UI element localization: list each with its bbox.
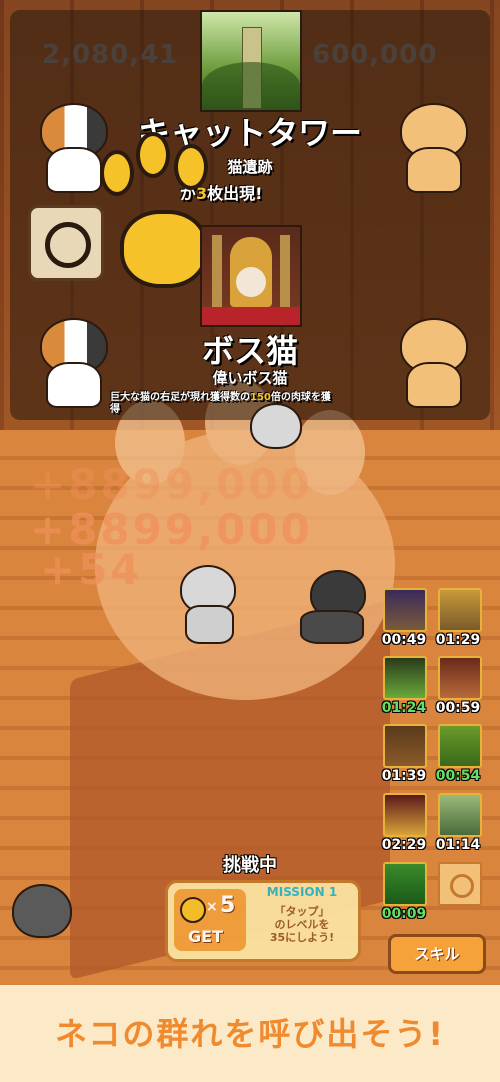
challenge-status: 挑戦中: [223, 855, 277, 876]
cat-body: [185, 605, 234, 644]
tile-timer: 01:24: [381, 700, 427, 716]
reward-label: GET: [188, 927, 223, 946]
red-carpet: [202, 307, 300, 325]
mission-reward: × 5 GET: [174, 889, 246, 951]
tile-timer: 01:29: [435, 632, 481, 648]
mission-text: 「タップ」 のレベルを 35にしよう!: [250, 905, 354, 944]
cat-body: [300, 610, 364, 644]
stage-portrait: [200, 10, 302, 112]
cat-gray-tabby[interactable]: [245, 395, 305, 465]
mission-title: MISSION 1: [266, 885, 338, 899]
cat-calico-mid-left[interactable]: [32, 310, 112, 408]
cat-body: [406, 362, 462, 408]
cat-body: [406, 147, 462, 193]
boss-cat: [236, 267, 266, 297]
card-tile[interactable]: [438, 588, 482, 632]
gold-paw-toe: [136, 132, 170, 178]
tile-timer: 00:09: [381, 906, 427, 922]
card-tile[interactable]: [438, 656, 482, 700]
floating-number: +8899,000: [30, 460, 313, 509]
cat-orange-top-right[interactable]: [392, 95, 472, 193]
tile-timer: 00:49: [381, 632, 427, 648]
score-left: 2,080,41: [42, 40, 179, 70]
mission-text-line: のレベルを: [274, 918, 330, 931]
promo-banner-text: ネコの群れを呼び出そう!: [55, 1015, 445, 1053]
game-scene[interactable]: 2,080,41 600,000 キャットタワー 猫遺跡 が3枚出現! ボス猫 …: [0, 0, 500, 985]
mission-text-line: 35にしよう!: [269, 931, 335, 944]
card-tile[interactable]: [383, 656, 427, 700]
boss-portrait: [200, 225, 302, 327]
mission-text-line: 「タップ」: [274, 905, 330, 918]
cat-black[interactable]: [300, 565, 370, 644]
cat-body: [46, 147, 102, 193]
card-tile[interactable]: [383, 793, 427, 837]
gold-paw-pad: [120, 210, 208, 288]
paw-icon: [180, 897, 206, 923]
cat-head: [250, 403, 302, 449]
reward-amount: 5: [220, 893, 236, 918]
gear-icon: [45, 222, 91, 268]
boss-desc-line2: 得: [110, 404, 120, 415]
paw-icon: [450, 874, 474, 898]
jungle-foliage: [202, 62, 300, 110]
cat-gray-corner[interactable]: [8, 878, 73, 943]
reward-multiplier: ×: [206, 899, 218, 915]
card-tile[interactable]: [438, 793, 482, 837]
tile-timer: 00:59: [435, 700, 481, 716]
cat-body: [46, 362, 102, 408]
skill-button[interactable]: スキル: [388, 934, 486, 974]
cat-head: [12, 884, 72, 938]
boss-desc-prefix: 巨大な猫の右足が現れ獲得数の: [110, 392, 250, 403]
card-tile[interactable]: [383, 588, 427, 632]
settings-button[interactable]: [28, 205, 104, 281]
promo-banner: ネコの群れを呼び出そう!: [0, 985, 500, 1082]
score-right: 600,000: [312, 40, 438, 70]
floating-number: +54: [40, 545, 143, 594]
gold-paw-toe: [100, 150, 134, 196]
tile-timer: 01:39: [381, 768, 427, 784]
mission-panel[interactable]: × 5 GET MISSION 1 「タップ」 のレベルを 35にしよう!: [165, 880, 361, 962]
card-tile[interactable]: [438, 724, 482, 768]
cat-gray-tabby[interactable]: [175, 560, 240, 644]
cat-orange-mid-right[interactable]: [392, 310, 472, 408]
gold-paw-toe: [174, 144, 208, 190]
card-tile[interactable]: [383, 724, 427, 768]
tile-timer: 00:54: [435, 768, 481, 784]
